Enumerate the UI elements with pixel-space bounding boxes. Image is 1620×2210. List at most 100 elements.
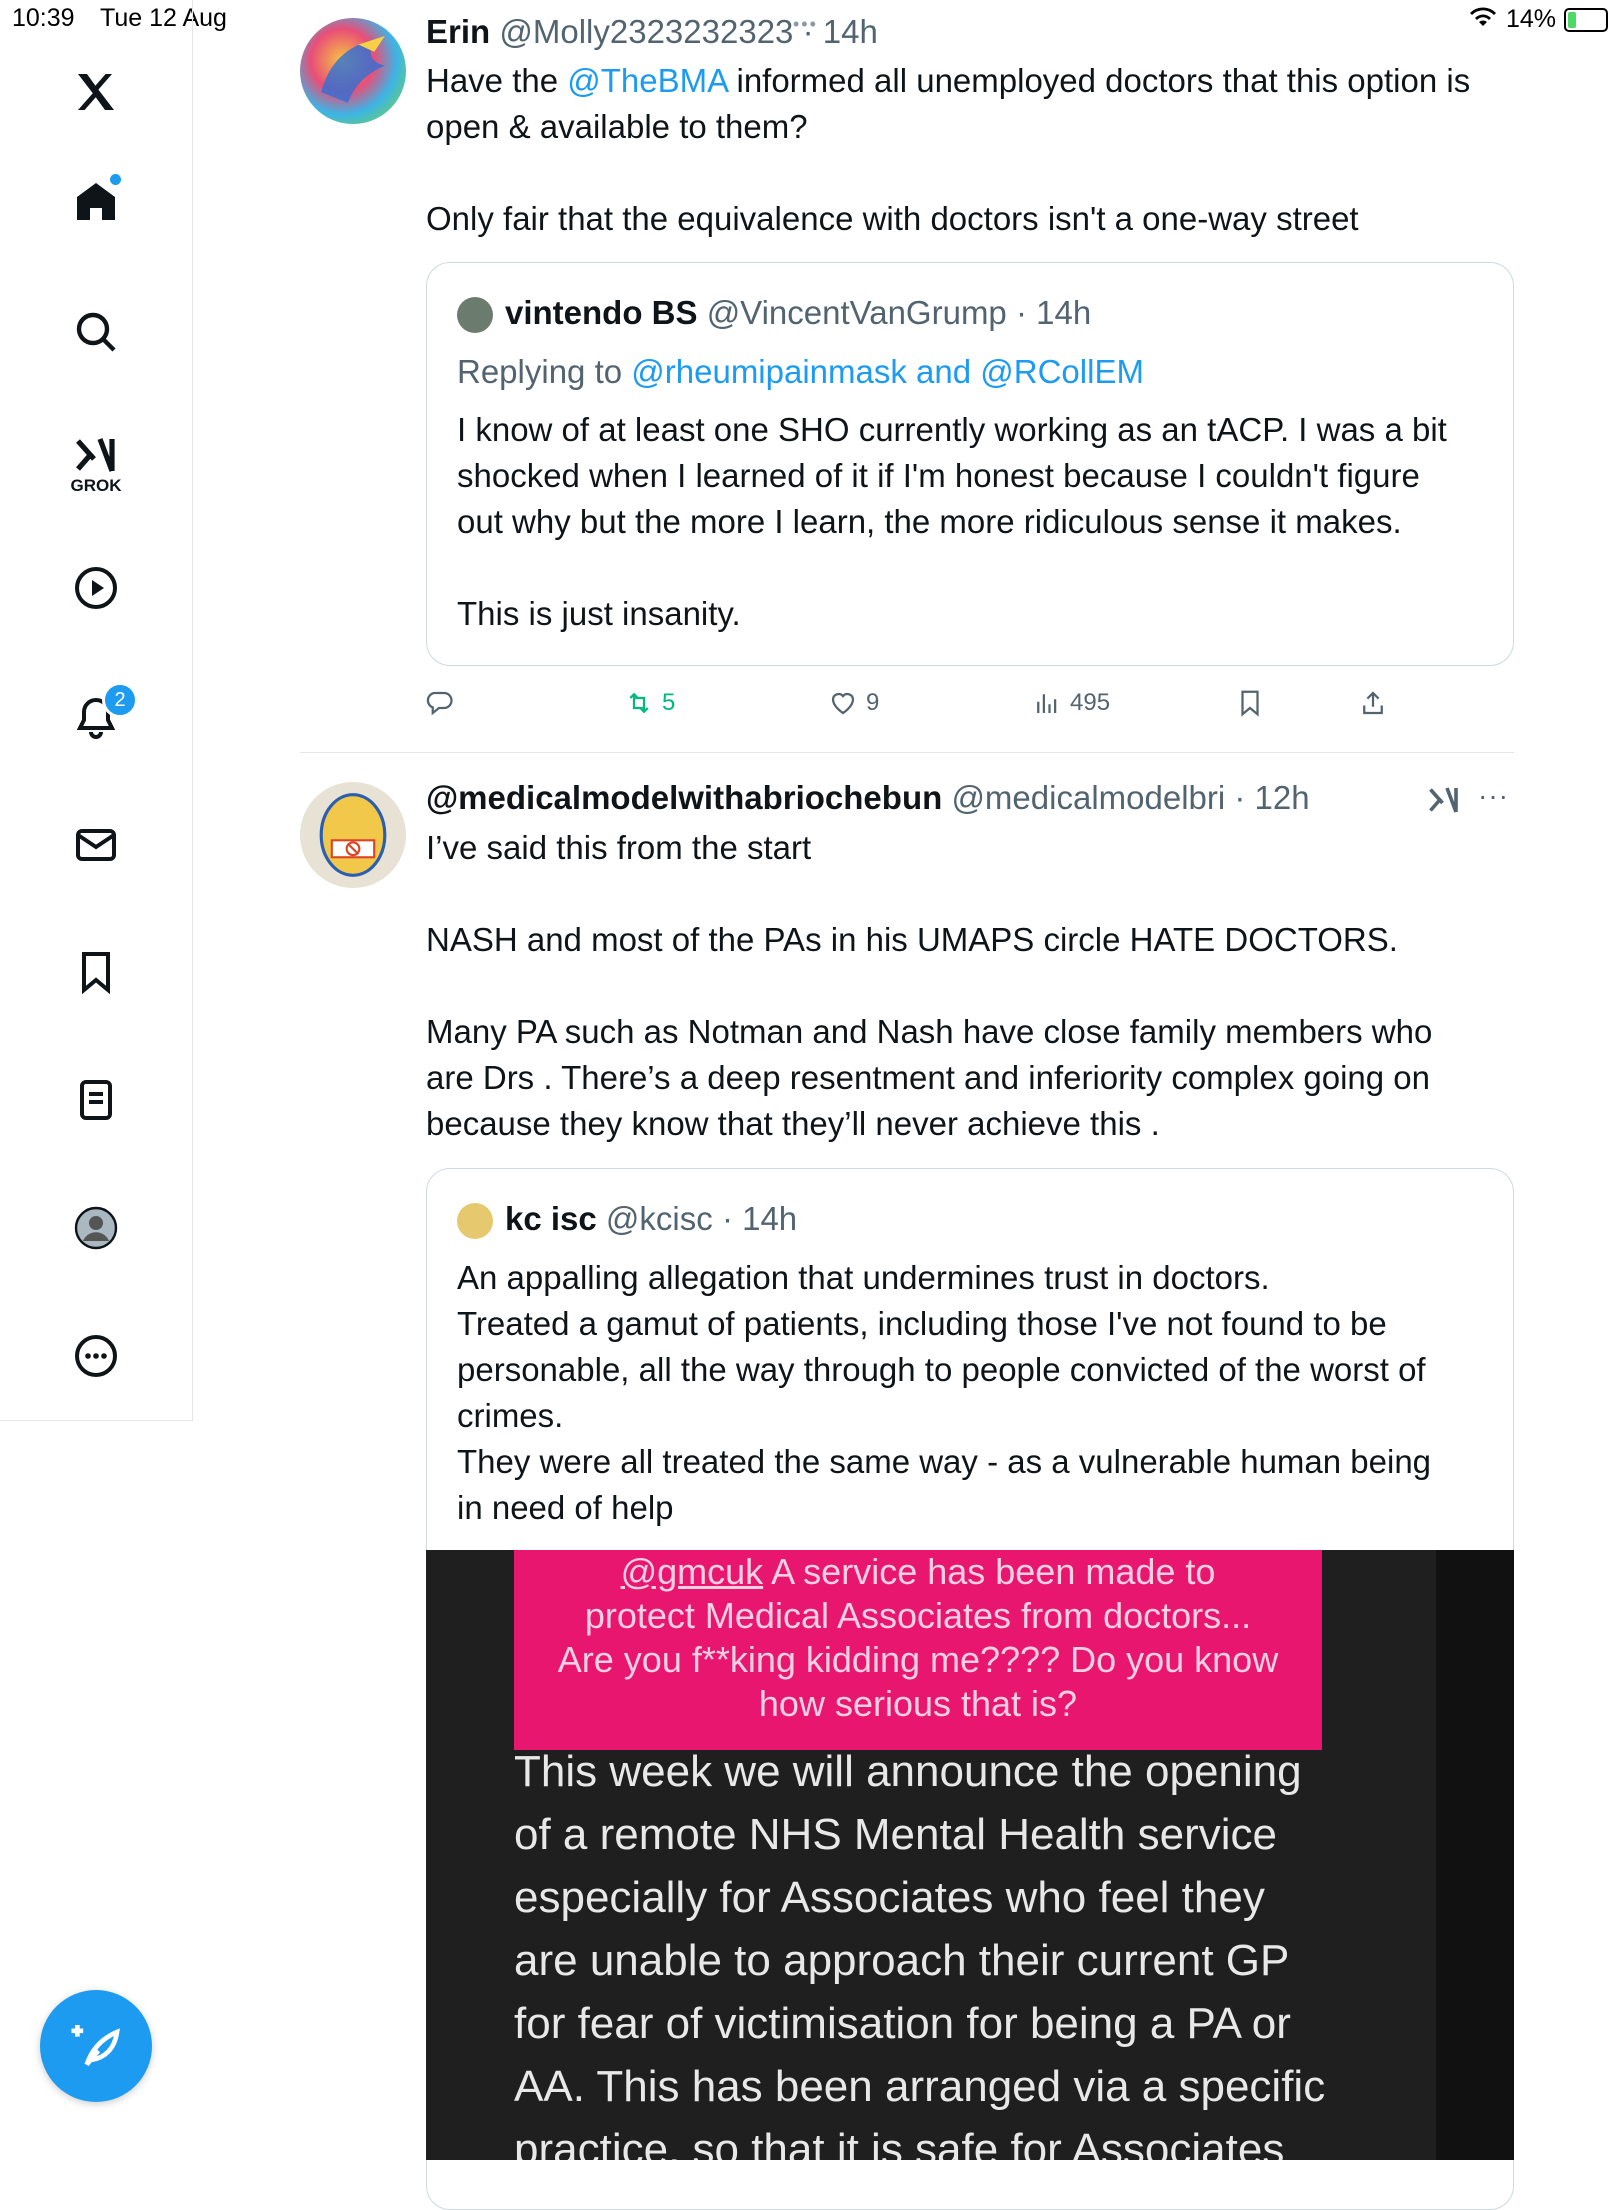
repost-button[interactable]: 5 bbox=[624, 688, 675, 718]
quote1-blank-line bbox=[457, 545, 1497, 591]
x-logo-icon[interactable] bbox=[56, 52, 136, 132]
quote1-line: out why but the more I learn, the more r… bbox=[457, 503, 1402, 540]
tweet2-handle[interactable]: @medicalmodelbri bbox=[951, 779, 1225, 816]
bookmark-button[interactable] bbox=[1235, 688, 1265, 718]
image-body-line: This week we will announce the opening bbox=[514, 1747, 1302, 1796]
tweet2-blank-line bbox=[426, 871, 1526, 917]
views-count: 495 bbox=[1070, 689, 1111, 716]
share-button[interactable] bbox=[1358, 688, 1388, 718]
status-right: 14% bbox=[1468, 4, 1608, 35]
tweet2-line: NASH and most of the PAs in his UMAPS ci… bbox=[426, 921, 1398, 958]
tweet2-blank-line bbox=[426, 963, 1526, 1009]
share-icon bbox=[1363, 691, 1383, 715]
tweet2-body: I’ve said this from the start NASH and m… bbox=[426, 825, 1526, 1147]
quote2-line: They were all treated the same way - as … bbox=[457, 1443, 1432, 1480]
quote1-replying-label: Replying to bbox=[457, 353, 632, 390]
reply-icon bbox=[426, 691, 453, 716]
quote2-line: crimes. bbox=[457, 1397, 564, 1434]
image-pink-line: how serious that is? bbox=[758, 1683, 1078, 1724]
notification-badge: 2 bbox=[102, 682, 138, 718]
like-count: 9 bbox=[866, 689, 880, 716]
mail-icon[interactable] bbox=[56, 805, 136, 885]
quote1-replying-to[interactable]: @rheumipainmask and @RCollEM bbox=[631, 353, 1144, 390]
tweet2-header: @medicalmodelwithabriochebun @medicalmod… bbox=[426, 776, 1310, 820]
tweet2-line: because they know that they’ll never ach… bbox=[426, 1105, 1160, 1142]
quote1-line: shocked when I learned of it if I'm hone… bbox=[457, 457, 1420, 494]
quote2-line: An appalling allegation that undermines … bbox=[457, 1259, 1270, 1296]
quote2-time: · 14h bbox=[721, 1200, 798, 1237]
quote1-avatar bbox=[457, 297, 493, 333]
tweet2-author-name[interactable]: @medicalmodelwithabriochebun bbox=[426, 779, 942, 816]
wifi-icon bbox=[1468, 4, 1498, 35]
home-unread-dot bbox=[110, 174, 121, 185]
home-icon[interactable] bbox=[56, 162, 136, 242]
quote1-author-name: vintendo BS bbox=[505, 294, 698, 331]
quote2-line: in need of help bbox=[457, 1489, 674, 1526]
heart-icon bbox=[831, 692, 855, 715]
image-body-line: practice, so that it is safe for Associa… bbox=[514, 2125, 1285, 2160]
like-button[interactable]: 9 bbox=[828, 688, 879, 718]
image-body-text: This week we will announce the opening o… bbox=[514, 1740, 1414, 2160]
quote2-body: An appalling allegation that undermines … bbox=[457, 1255, 1497, 1531]
feather-plus-icon bbox=[71, 2025, 120, 2067]
image-body-line: for fear of victimisation for being a PA… bbox=[514, 1999, 1291, 2048]
image-body-line: AA. This has been arranged via a specifi… bbox=[514, 2062, 1326, 2111]
tweet2-line: I’ve said this from the start bbox=[426, 829, 812, 866]
tweet1-handle[interactable]: @Molly2323232323 bbox=[499, 13, 793, 50]
more-icon[interactable] bbox=[56, 1316, 136, 1396]
tweet1-mention[interactable]: @TheBMA bbox=[567, 62, 727, 99]
grok-explain-icon[interactable] bbox=[1426, 782, 1462, 823]
tweet1-text-line3: Only fair that the equivalence with doct… bbox=[426, 200, 1359, 237]
tweet2-time[interactable]: · 12h bbox=[1234, 779, 1309, 816]
quote1-body: I know of at least one SHO currently wor… bbox=[457, 407, 1497, 637]
tweet1-text-suffix: informed all unemployed doctors that thi… bbox=[727, 62, 1471, 99]
lists-icon[interactable] bbox=[56, 1060, 136, 1140]
image-body-line: especially for Associates who feel they bbox=[514, 1873, 1265, 1922]
quote1-line: This is just insanity. bbox=[457, 595, 741, 632]
tweet2-line: are Drs . There’s a deep resentment and … bbox=[426, 1059, 1430, 1096]
compose-post-button[interactable] bbox=[40, 1990, 152, 2102]
reply-button[interactable] bbox=[424, 688, 454, 718]
tweet2-more-icon[interactable]: ··· bbox=[1478, 780, 1509, 812]
image-right-edge bbox=[1436, 1550, 1514, 2160]
tweet-divider bbox=[300, 752, 1514, 753]
search-icon[interactable] bbox=[56, 292, 136, 372]
bookmark-icon[interactable] bbox=[56, 932, 136, 1012]
quote1-line: I know of at least one SHO currently wor… bbox=[457, 411, 1447, 448]
image-pink-text: @gmcuk A service has been made to protec… bbox=[514, 1550, 1322, 1726]
repost-count: 5 bbox=[662, 689, 676, 716]
quote2-line: Treated a gamut of patients, including t… bbox=[457, 1305, 1387, 1342]
tweet1-quote[interactable]: vintendo BS @VincentVanGrump · 14h Reply… bbox=[426, 262, 1514, 666]
bookmark-outline-icon bbox=[1241, 690, 1259, 717]
tweet2-line: Many PA such as Notman and Nash have clo… bbox=[426, 1013, 1433, 1050]
views-icon bbox=[1037, 694, 1057, 713]
tweet1-text-prefix: Have the bbox=[426, 62, 568, 99]
tweet1-text-line2: open & available to them? bbox=[426, 108, 808, 145]
sidebar: GROK 2 bbox=[0, 0, 193, 1421]
video-icon[interactable] bbox=[56, 548, 136, 628]
quote2-author-name: kc isc bbox=[505, 1200, 597, 1237]
quote1-handle: @VincentVanGrump bbox=[706, 294, 1007, 331]
avatar-erin[interactable] bbox=[300, 18, 406, 124]
quote2-line: personable, all the way through to peopl… bbox=[457, 1351, 1426, 1388]
quote2-avatar bbox=[457, 1203, 493, 1239]
quote2-header: kc isc @kcisc · 14h bbox=[505, 1197, 797, 1241]
repost-icon bbox=[629, 692, 649, 714]
tweet1-time[interactable]: · 14h bbox=[803, 13, 878, 50]
views-button[interactable]: 495 bbox=[1032, 688, 1110, 718]
profile-icon[interactable] bbox=[56, 1188, 136, 1268]
battery-icon bbox=[1564, 7, 1608, 32]
avatar-medicalmodel[interactable] bbox=[300, 782, 406, 888]
quote1-time: · 14h bbox=[1015, 294, 1092, 331]
quote2-image[interactable]: @gmcuk A service has been made to protec… bbox=[426, 1550, 1514, 2160]
quote2-handle: @kcisc bbox=[605, 1200, 713, 1237]
image-body-line: of a remote NHS Mental Health service bbox=[514, 1810, 1277, 1859]
image-pink-line: Are you f**king kidding me???? Do you kn… bbox=[557, 1639, 1279, 1680]
quote1-header: vintendo BS @VincentVanGrump · 14h bbox=[505, 291, 1091, 335]
quote1-replying: Replying to @rheumipainmask and @RCollEM bbox=[457, 349, 1144, 395]
tweet1-body: Have the @TheBMA informed all unemployed… bbox=[426, 58, 1526, 242]
grok-label: GROK bbox=[70, 476, 122, 495]
image-pink-line1: A service has been made to bbox=[763, 1551, 1216, 1592]
tweet1-author-name[interactable]: Erin bbox=[426, 13, 490, 50]
tweet1-header: Erin @Molly2323232323 · 14h bbox=[426, 10, 878, 54]
